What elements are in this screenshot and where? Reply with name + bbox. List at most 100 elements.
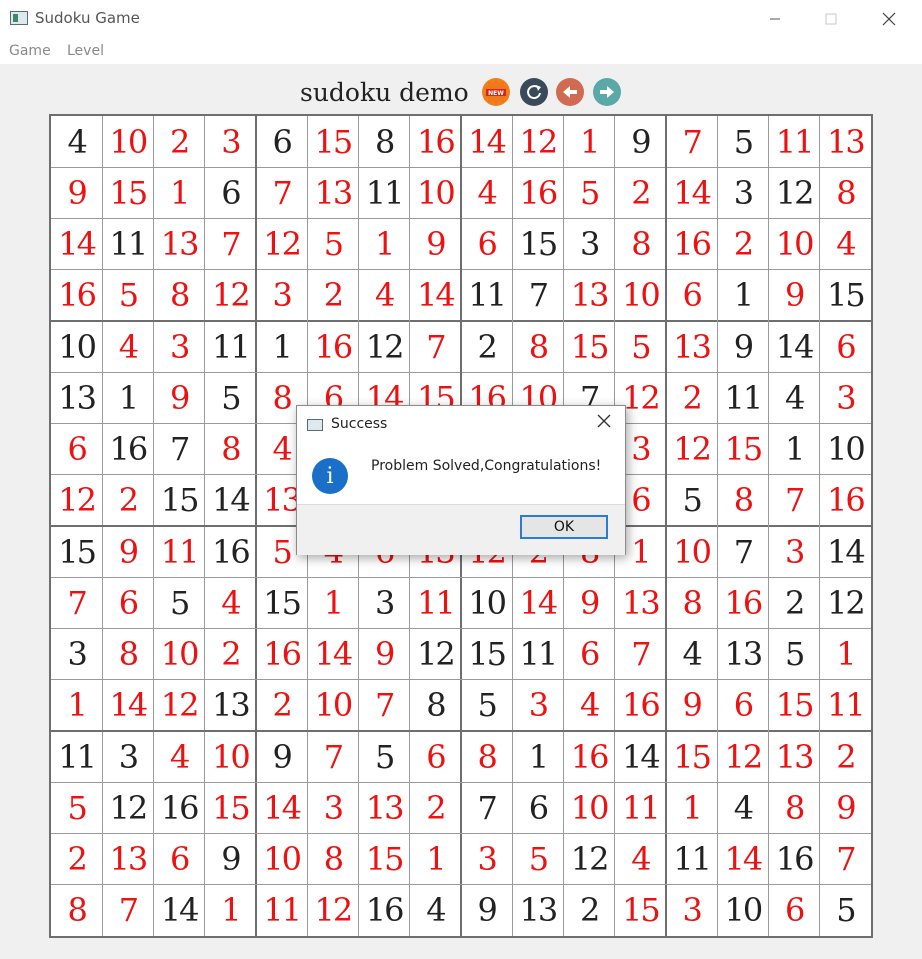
- sudoku-cell[interactable]: 5: [717, 116, 768, 167]
- sudoku-cell[interactable]: 14: [615, 731, 666, 782]
- sudoku-cell[interactable]: 12: [666, 424, 717, 475]
- sudoku-cell[interactable]: 8: [154, 270, 205, 321]
- sudoku-cell[interactable]: 13: [512, 885, 563, 936]
- sudoku-cell[interactable]: 1: [512, 731, 563, 782]
- sudoku-cell[interactable]: 4: [564, 680, 615, 731]
- sudoku-cell[interactable]: 12: [769, 167, 820, 218]
- sudoku-cell[interactable]: 14: [820, 526, 871, 577]
- sudoku-cell[interactable]: 5: [512, 834, 563, 885]
- sudoku-cell[interactable]: 1: [307, 577, 358, 628]
- sudoku-cell[interactable]: 3: [359, 577, 410, 628]
- sudoku-cell[interactable]: 2: [51, 834, 102, 885]
- sudoku-cell[interactable]: 7: [717, 526, 768, 577]
- sudoku-cell[interactable]: 4: [666, 629, 717, 680]
- sudoku-cell[interactable]: 16: [102, 424, 153, 475]
- sudoku-cell[interactable]: 14: [307, 629, 358, 680]
- sudoku-cell[interactable]: 12: [51, 475, 102, 526]
- sudoku-cell[interactable]: 4: [359, 270, 410, 321]
- sudoku-cell[interactable]: 1: [102, 372, 153, 423]
- sudoku-cell[interactable]: 9: [615, 116, 666, 167]
- sudoku-cell[interactable]: 1: [154, 167, 205, 218]
- sudoku-cell[interactable]: 5: [359, 731, 410, 782]
- sudoku-cell[interactable]: 11: [359, 167, 410, 218]
- close-button[interactable]: [866, 0, 912, 38]
- sudoku-cell[interactable]: 16: [51, 270, 102, 321]
- sudoku-cell[interactable]: 4: [615, 834, 666, 885]
- sudoku-cell[interactable]: 1: [359, 219, 410, 270]
- new-game-button[interactable]: NEW: [482, 78, 510, 106]
- sudoku-cell[interactable]: 6: [154, 834, 205, 885]
- sudoku-cell[interactable]: 16: [769, 834, 820, 885]
- sudoku-cell[interactable]: 12: [820, 577, 871, 628]
- sudoku-cell[interactable]: 8: [359, 116, 410, 167]
- sudoku-cell[interactable]: 14: [410, 270, 461, 321]
- menu-game[interactable]: Game: [9, 43, 51, 59]
- sudoku-cell[interactable]: 9: [564, 577, 615, 628]
- sudoku-cell[interactable]: 13: [615, 577, 666, 628]
- sudoku-cell[interactable]: 9: [256, 731, 307, 782]
- sudoku-cell[interactable]: 3: [102, 731, 153, 782]
- sudoku-cell[interactable]: 13: [820, 116, 871, 167]
- redo-button[interactable]: [593, 78, 621, 106]
- sudoku-cell[interactable]: 8: [51, 885, 102, 936]
- sudoku-cell[interactable]: 6: [256, 116, 307, 167]
- sudoku-cell[interactable]: 8: [717, 475, 768, 526]
- sudoku-cell[interactable]: 1: [769, 424, 820, 475]
- sudoku-cell[interactable]: 11: [717, 372, 768, 423]
- sudoku-cell[interactable]: 10: [564, 782, 615, 833]
- sudoku-cell[interactable]: 6: [410, 731, 461, 782]
- sudoku-cell[interactable]: 15: [51, 526, 102, 577]
- sudoku-cell[interactable]: 15: [717, 424, 768, 475]
- sudoku-cell[interactable]: 2: [820, 731, 871, 782]
- sudoku-cell[interactable]: 5: [102, 270, 153, 321]
- sudoku-cell[interactable]: 8: [102, 629, 153, 680]
- sudoku-cell[interactable]: 16: [512, 167, 563, 218]
- sudoku-cell[interactable]: 4: [717, 782, 768, 833]
- sudoku-cell[interactable]: 8: [615, 219, 666, 270]
- sudoku-cell[interactable]: 2: [256, 680, 307, 731]
- sudoku-cell[interactable]: 10: [154, 629, 205, 680]
- sudoku-cell[interactable]: 1: [256, 321, 307, 372]
- sudoku-cell[interactable]: 11: [769, 116, 820, 167]
- sudoku-cell[interactable]: 10: [666, 526, 717, 577]
- sudoku-cell[interactable]: 13: [307, 167, 358, 218]
- sudoku-cell[interactable]: 3: [666, 885, 717, 936]
- sudoku-cell[interactable]: 15: [615, 885, 666, 936]
- sudoku-cell[interactable]: 6: [205, 167, 256, 218]
- sudoku-cell[interactable]: 8: [410, 680, 461, 731]
- sudoku-cell[interactable]: 10: [205, 731, 256, 782]
- sudoku-cell[interactable]: 13: [205, 680, 256, 731]
- sudoku-cell[interactable]: 1: [717, 270, 768, 321]
- sudoku-cell[interactable]: 6: [51, 424, 102, 475]
- sudoku-cell[interactable]: 4: [205, 577, 256, 628]
- sudoku-cell[interactable]: 5: [666, 475, 717, 526]
- sudoku-cell[interactable]: 13: [666, 321, 717, 372]
- sudoku-cell[interactable]: 12: [564, 834, 615, 885]
- sudoku-cell[interactable]: 3: [820, 372, 871, 423]
- sudoku-cell[interactable]: 2: [410, 782, 461, 833]
- sudoku-cell[interactable]: 3: [205, 116, 256, 167]
- sudoku-cell[interactable]: 15: [564, 321, 615, 372]
- undo-button[interactable]: [556, 78, 584, 106]
- sudoku-cell[interactable]: 6: [820, 321, 871, 372]
- sudoku-cell[interactable]: 5: [769, 629, 820, 680]
- sudoku-cell[interactable]: 7: [205, 219, 256, 270]
- sudoku-cell[interactable]: 7: [769, 475, 820, 526]
- sudoku-cell[interactable]: 4: [769, 372, 820, 423]
- sudoku-cell[interactable]: 5: [307, 219, 358, 270]
- sudoku-cell[interactable]: 14: [256, 782, 307, 833]
- sudoku-cell[interactable]: 12: [717, 731, 768, 782]
- sudoku-cell[interactable]: 16: [410, 116, 461, 167]
- sudoku-cell[interactable]: 4: [461, 167, 512, 218]
- sudoku-cell[interactable]: 7: [615, 629, 666, 680]
- sudoku-cell[interactable]: 4: [410, 885, 461, 936]
- sudoku-cell[interactable]: 9: [461, 885, 512, 936]
- sudoku-cell[interactable]: 15: [461, 629, 512, 680]
- sudoku-cell[interactable]: 11: [666, 834, 717, 885]
- sudoku-cell[interactable]: 6: [564, 629, 615, 680]
- sudoku-cell[interactable]: 2: [564, 885, 615, 936]
- sudoku-cell[interactable]: 4: [51, 116, 102, 167]
- sudoku-cell[interactable]: 4: [820, 219, 871, 270]
- sudoku-cell[interactable]: 12: [410, 629, 461, 680]
- sudoku-cell[interactable]: 13: [102, 834, 153, 885]
